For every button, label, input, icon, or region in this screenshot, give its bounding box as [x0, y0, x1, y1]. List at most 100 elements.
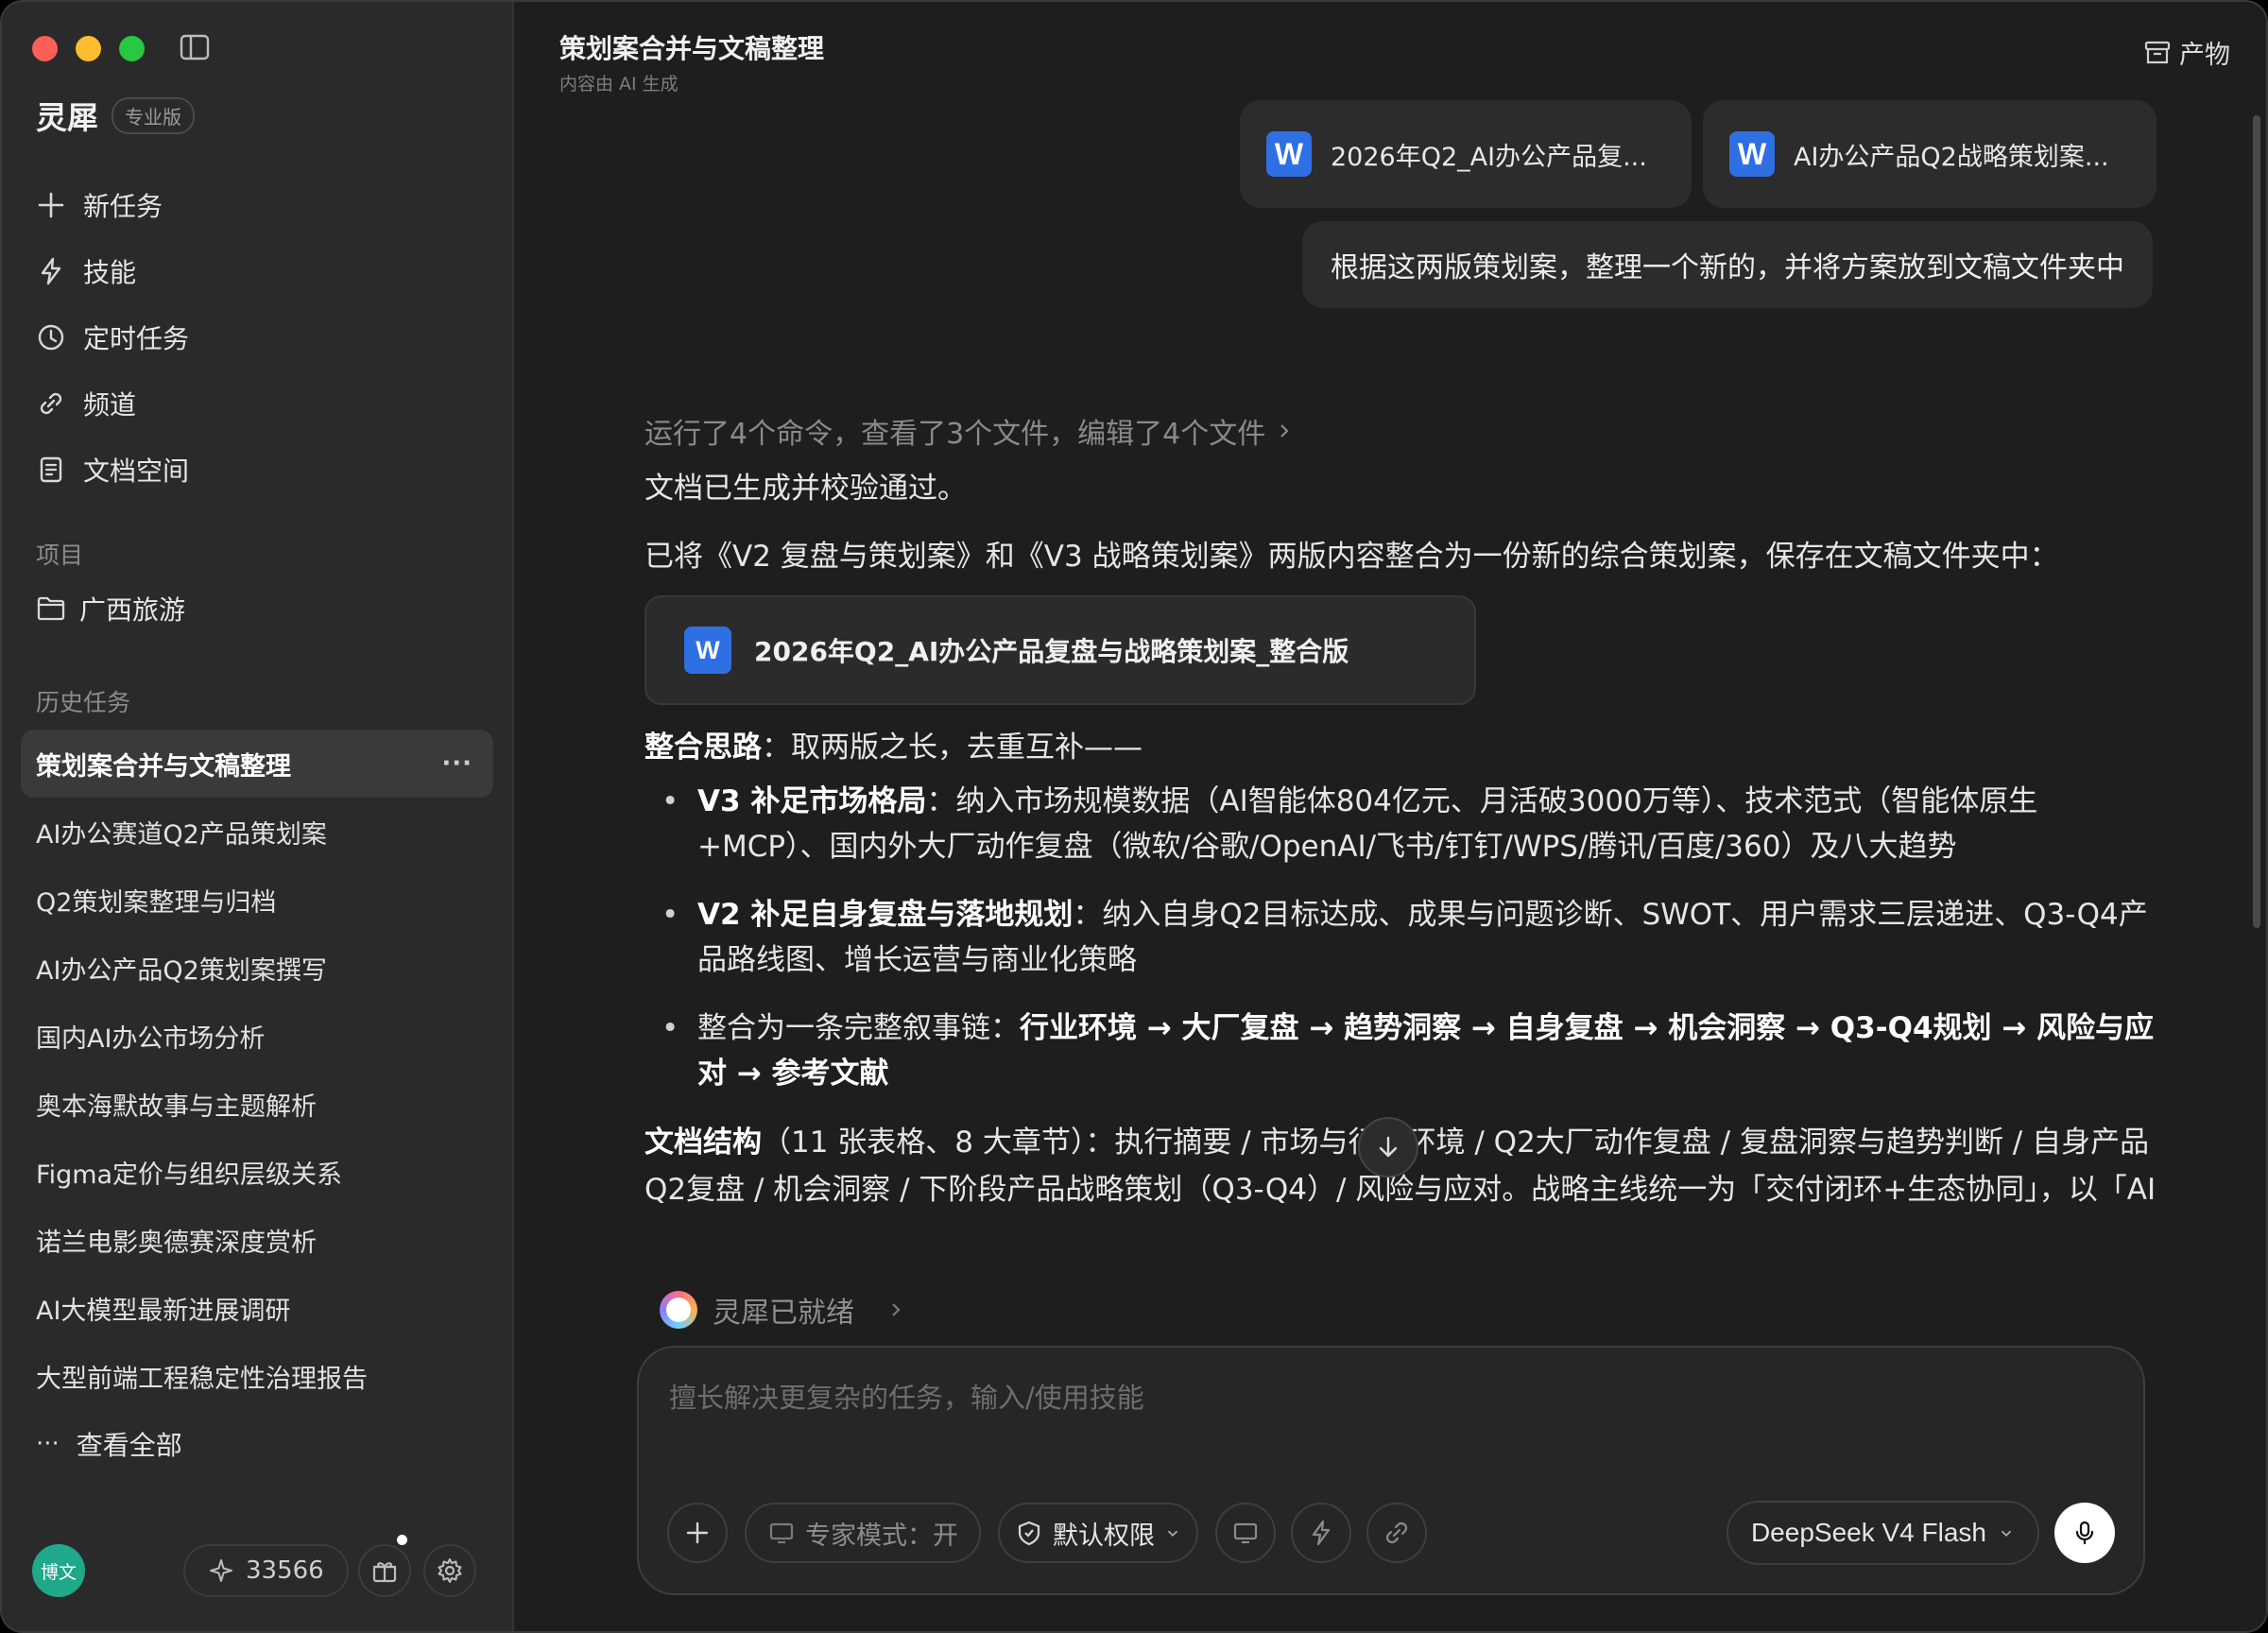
sidebar-footer: 博文 33566: [32, 1535, 486, 1599]
attachment-card[interactable]: W AI办公产品Q2战略策划案...: [1703, 100, 2156, 208]
brand: 灵犀 专业版: [36, 93, 195, 138]
history-item-active[interactable]: 策划案合并与文稿整理 ···: [21, 730, 493, 798]
more-options-icon[interactable]: ···: [441, 749, 472, 778]
monitor-icon: [1233, 1522, 1258, 1544]
lightning-icon: [41, 257, 61, 285]
gift-icon: [372, 1562, 397, 1583]
nav-document-space[interactable]: 文档空间: [36, 437, 490, 503]
main-nav: 新任务 技能 定时任务 频道 文档空间: [36, 172, 490, 503]
nav-label: 定时任务: [83, 323, 190, 354]
structure-label: 文档结构: [644, 1126, 762, 1160]
history-list: 策划案合并与文稿整理 ··· AI办公赛道Q2产品策划案 Q2策划案整理与归档 …: [21, 730, 493, 1478]
credits-button[interactable]: 33566: [183, 1544, 349, 1597]
approach-text: ：取两版之长，去重互补——: [762, 731, 1143, 765]
view-all-button[interactable]: ··· 查看全部: [21, 1410, 493, 1478]
link-icon: [40, 392, 62, 415]
approach-list: V3 补足市场格局：纳入市场规模数据（AI智能体804亿元、月活破3000万等）…: [644, 779, 2156, 1096]
maximize-window-button[interactable]: [119, 36, 145, 61]
projects-section-title: 项目: [36, 541, 84, 569]
monitor-icon: [769, 1522, 794, 1544]
history-item[interactable]: AI大模型最新进展调研: [21, 1274, 493, 1342]
credits-value: 33566: [246, 1556, 324, 1585]
nav-label: 技能: [83, 257, 137, 288]
sidebar-toggle-icon[interactable]: [180, 34, 210, 60]
notification-dot: [397, 1535, 407, 1545]
artifacts-label: 产物: [2179, 41, 2230, 70]
main-panel: 策划案合并与文稿整理 内容由 AI 生成 产物 W 2026年Q2_AI办公产品…: [516, 2, 2266, 1631]
artifacts-button[interactable]: 产物: [2143, 34, 2230, 71]
word-doc-icon: W: [684, 627, 731, 674]
list-item-bold: V2 补足自身复盘与落地规划: [697, 898, 1074, 932]
project-item[interactable]: 广西旅游: [36, 590, 185, 627]
attachment-name: AI办公产品Q2战略策划案...: [1794, 142, 2109, 172]
nav-new-task[interactable]: 新任务: [36, 172, 490, 238]
nav-label: 文档空间: [83, 456, 190, 487]
model-label: DeepSeek V4 Flash: [1750, 1518, 1986, 1547]
history-item[interactable]: AI办公赛道Q2产品策划案: [21, 798, 493, 866]
scrollbar[interactable]: [2253, 115, 2260, 928]
list-item-prefix: 整合为一条完整叙事链：: [697, 1011, 1020, 1045]
chevron-down-icon: [2001, 1530, 2012, 1537]
plus-icon: [686, 1521, 709, 1544]
word-doc-icon: W: [1729, 131, 1775, 177]
activity-summary-text: 运行了4个命令，查看了3个文件，编辑了4个文件: [644, 418, 1266, 451]
content-fade: [644, 1221, 2156, 1278]
settings-button[interactable]: [423, 1544, 476, 1597]
expert-mode-toggle[interactable]: 专家模式：开: [745, 1503, 981, 1563]
link-button[interactable]: [1366, 1503, 1427, 1563]
chevron-right-icon: [892, 1303, 901, 1316]
user-message: 根据这两版策划案，整理一个新的，并将方案放到文稿文件夹中: [1302, 221, 2153, 308]
history-section-title: 历史任务: [36, 689, 131, 716]
history-item[interactable]: Q2策划案整理与归档: [21, 866, 493, 934]
skills-button[interactable]: [1291, 1503, 1351, 1563]
history-item[interactable]: 诺兰电影奥德赛深度赏析: [21, 1206, 493, 1274]
gear-icon: [438, 1558, 462, 1583]
response-paragraph: 已将《V2 复盘与策划案》和《V3 战略策划案》两版内容整合为一份新的综合策划案…: [644, 540, 2059, 574]
sidebar: 灵犀 专业版 新任务 技能 定时任务 频道 文档空间 项目 广西旅游 历史任务 …: [2, 2, 514, 1631]
screen-button[interactable]: [1215, 1503, 1276, 1563]
history-item[interactable]: 国内AI办公市场分析: [21, 1002, 493, 1070]
voice-input-button[interactable]: [2054, 1503, 2115, 1563]
model-selector[interactable]: DeepSeek V4 Flash: [1726, 1501, 2039, 1565]
shield-icon: [1018, 1521, 1040, 1546]
close-window-button[interactable]: [32, 36, 58, 61]
archive-icon: [2144, 41, 2171, 63]
document-icon: [40, 456, 62, 483]
activity-summary[interactable]: 运行了4个命令，查看了3个文件，编辑了4个文件: [644, 408, 2156, 454]
agent-logo-icon: [660, 1291, 697, 1329]
response-paragraph: 文档已生成并校验通过。: [644, 472, 967, 506]
app-window: 灵犀 专业版 新任务 技能 定时任务 频道 文档空间 项目 广西旅游 历史任务 …: [0, 0, 2268, 1633]
attachment-card[interactable]: W 2026年Q2_AI办公产品复...: [1240, 100, 1692, 208]
history-item[interactable]: 大型前端工程稳定性治理报告: [21, 1342, 493, 1410]
prompt-input[interactable]: [669, 1382, 1992, 1414]
page-title: 策划案合并与文稿整理: [559, 33, 825, 64]
clock-icon: [38, 324, 64, 351]
approach-label: 整合思路: [644, 731, 762, 765]
gift-button[interactable]: [358, 1544, 411, 1597]
agent-status[interactable]: 灵犀已就绪: [660, 1289, 905, 1331]
avatar[interactable]: 博文: [32, 1544, 85, 1597]
permission-dropdown[interactable]: 默认权限: [998, 1503, 1198, 1563]
nav-channels[interactable]: 频道: [36, 370, 490, 437]
permission-label: 默认权限: [1053, 1521, 1155, 1551]
generated-file-card[interactable]: W 2026年Q2_AI办公产品复盘与战略策划案_整合版: [644, 595, 1476, 705]
history-item[interactable]: AI办公产品Q2策划案撰写: [21, 934, 493, 1002]
scroll-to-bottom-button[interactable]: [1358, 1117, 1418, 1177]
nav-label: 新任务: [83, 191, 163, 222]
plan-badge: 专业版: [112, 96, 195, 134]
history-item[interactable]: Figma定价与组织层级关系: [21, 1138, 493, 1206]
list-item: V3 补足市场格局：纳入市场规模数据（AI智能体804亿元、月活破3000万等）…: [644, 779, 2156, 869]
view-all-label: 查看全部: [76, 1430, 182, 1461]
word-doc-icon: W: [1266, 131, 1312, 177]
minimize-window-button[interactable]: [76, 36, 101, 61]
expert-mode-label: 专家模式：开: [805, 1521, 958, 1551]
nav-skills[interactable]: 技能: [36, 238, 490, 304]
add-button[interactable]: [667, 1503, 728, 1563]
history-item[interactable]: 奥本海默故事与主题解析: [21, 1070, 493, 1138]
composer: 专家模式：开 默认权限 DeepSeek V4 Flash: [637, 1346, 2145, 1595]
nav-scheduled-tasks[interactable]: 定时任务: [36, 304, 490, 370]
link-icon: [1385, 1521, 1408, 1544]
folder-icon: [37, 596, 65, 621]
nav-label: 频道: [83, 389, 137, 421]
chevron-down-icon: [1167, 1530, 1178, 1537]
